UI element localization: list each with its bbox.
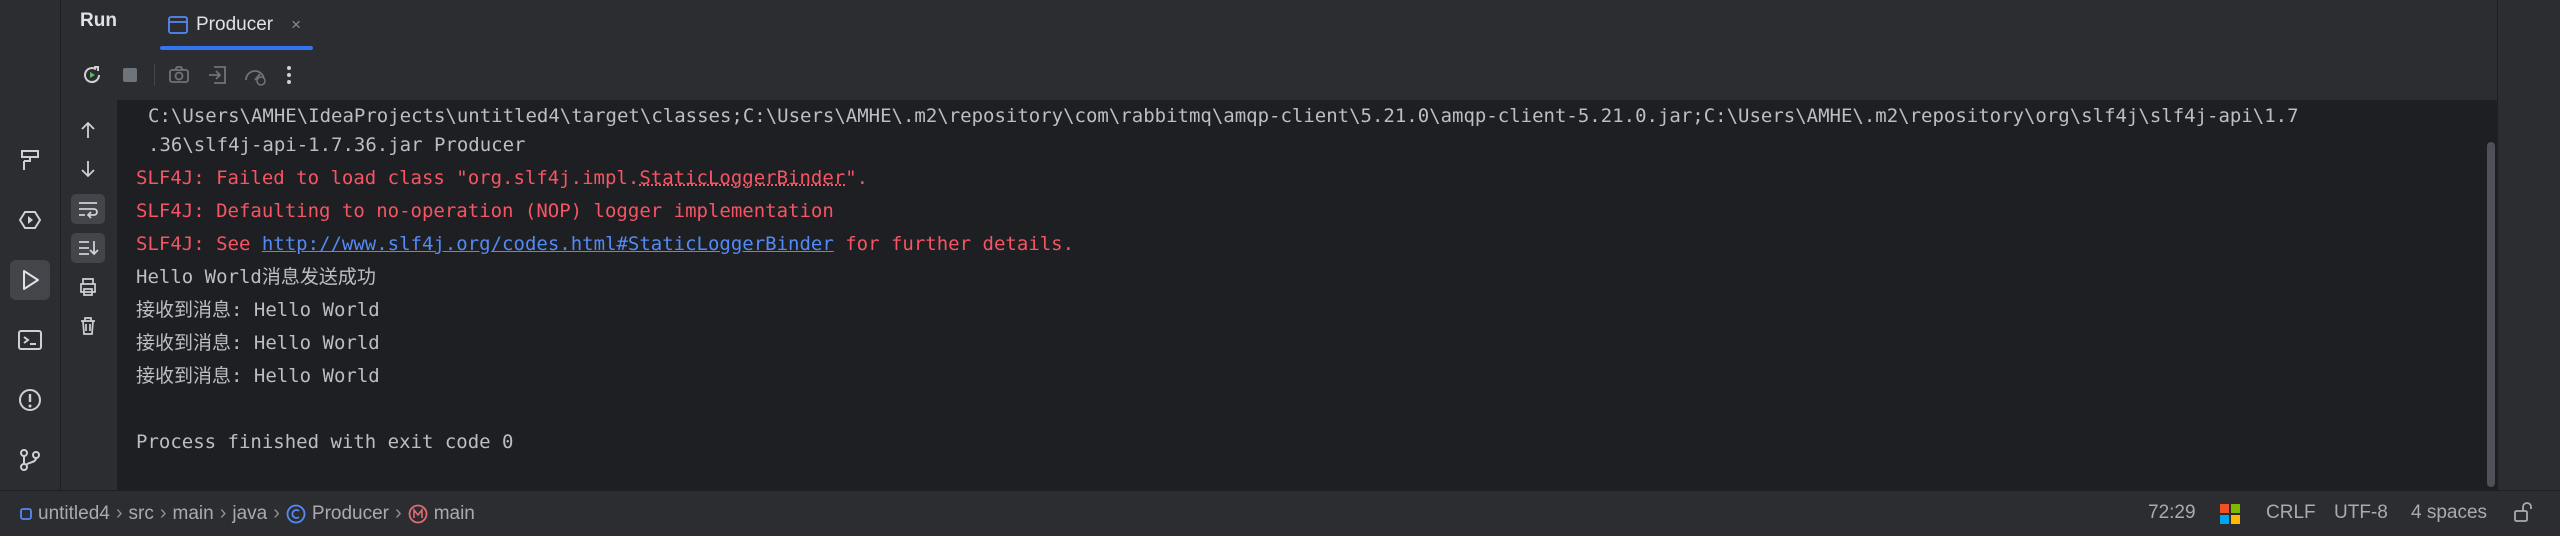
breadcrumb-separator: ›: [395, 502, 402, 524]
console-text: ".: [845, 167, 869, 189]
lock-icon[interactable]: [2512, 501, 2534, 523]
print-icon[interactable]: [71, 272, 105, 302]
run-icon[interactable]: [10, 260, 50, 300]
console-line: 接收到消息: Hello World: [136, 365, 380, 387]
module-icon: [20, 507, 32, 520]
scroll-to-end-icon[interactable]: [71, 233, 105, 263]
console-text: SLF4J: See: [136, 233, 262, 255]
console-line: Hello World消息发送成功: [136, 266, 376, 288]
breadcrumb-separator: ›: [219, 502, 227, 524]
breadcrumb: untitled4 › src › main › java › Producer…: [20, 502, 475, 525]
arrow-up-icon[interactable]: [71, 115, 105, 145]
paint-roller-icon[interactable]: [10, 140, 50, 180]
console-error-line: SLF4J: Defaulting to no-operation (NOP) …: [136, 200, 834, 222]
exit-icon[interactable]: [203, 61, 231, 89]
slf4j-link[interactable]: http://www.slf4j.org/codes.html#StaticLo…: [262, 233, 834, 255]
tab-producer[interactable]: Producer ×: [156, 0, 314, 50]
vertical-scrollbar-thumb[interactable]: [2487, 142, 2495, 487]
git-icon[interactable]: [10, 440, 50, 480]
arrow-down-icon[interactable]: [71, 154, 105, 184]
windows-logo-icon[interactable]: [2219, 503, 2241, 525]
profiler-icon[interactable]: [241, 61, 269, 89]
terminal-icon[interactable]: [10, 320, 50, 360]
method-icon: [408, 504, 428, 523]
run-toolbar: [61, 50, 2497, 100]
breadcrumb-src[interactable]: src: [129, 503, 154, 525]
right-tool-bar: [2497, 0, 2560, 490]
status-bar: untitled4 › src › main › java › Producer…: [0, 490, 2560, 536]
breadcrumb-method[interactable]: main: [434, 503, 475, 525]
breadcrumb-project[interactable]: untitled4: [38, 503, 110, 525]
breadcrumb-main[interactable]: main: [173, 503, 214, 525]
encoding-widget[interactable]: UTF-8: [2334, 502, 2388, 524]
breadcrumb-separator: ›: [159, 502, 167, 524]
console-text: for further details.: [833, 233, 1075, 255]
problems-icon[interactable]: [10, 380, 50, 420]
breadcrumb-separator: ›: [273, 502, 280, 524]
close-icon[interactable]: ×: [291, 15, 301, 35]
camera-icon[interactable]: [165, 61, 193, 89]
tab-label: Producer: [196, 14, 274, 35]
console-output[interactable]: C:\Users\AMHE\IdeaProjects\untitled4\tar…: [118, 100, 2493, 490]
console-text: SLF4J: Failed to load class "org.slf4j.i…: [136, 167, 640, 189]
stop-icon[interactable]: [116, 61, 144, 89]
left-tool-bar: [0, 0, 61, 490]
console-line: 接收到消息: Hello World: [136, 299, 380, 321]
console-side-toolbar: [61, 100, 117, 490]
console-error-line: SLF4J: Failed to load class "org.slf4j.i…: [136, 162, 868, 195]
breadcrumb-class[interactable]: Producer: [312, 503, 389, 525]
breadcrumb-separator: ›: [115, 502, 123, 524]
console-line: .36\slf4j-api-1.7.36.jar Producer: [148, 134, 526, 156]
tool-window-title: Run: [80, 10, 117, 31]
more-icon[interactable]: [275, 61, 303, 89]
console-error-line: SLF4J: See http://www.slf4j.org/codes.ht…: [136, 228, 1074, 261]
indent-widget[interactable]: 4 spaces: [2411, 502, 2487, 524]
toolbar-separator: [154, 64, 155, 86]
soft-wrap-icon[interactable]: [71, 194, 105, 224]
services-icon[interactable]: [10, 200, 50, 240]
console-line: Process finished with exit code 0: [136, 431, 514, 453]
line-separator-widget[interactable]: CRLF: [2266, 502, 2316, 524]
class-reference[interactable]: StaticLoggerBinder: [639, 167, 845, 189]
breadcrumb-java[interactable]: java: [232, 503, 267, 525]
class-icon: [286, 504, 306, 523]
trash-icon[interactable]: [71, 311, 105, 341]
console-tab-icon: [168, 16, 188, 34]
rerun-icon[interactable]: [78, 61, 106, 89]
console-line: 接收到消息: Hello World: [136, 332, 380, 354]
caret-position[interactable]: 72:29: [2148, 502, 2196, 524]
run-tool-window-header: Run Producer ×: [61, 0, 2497, 50]
